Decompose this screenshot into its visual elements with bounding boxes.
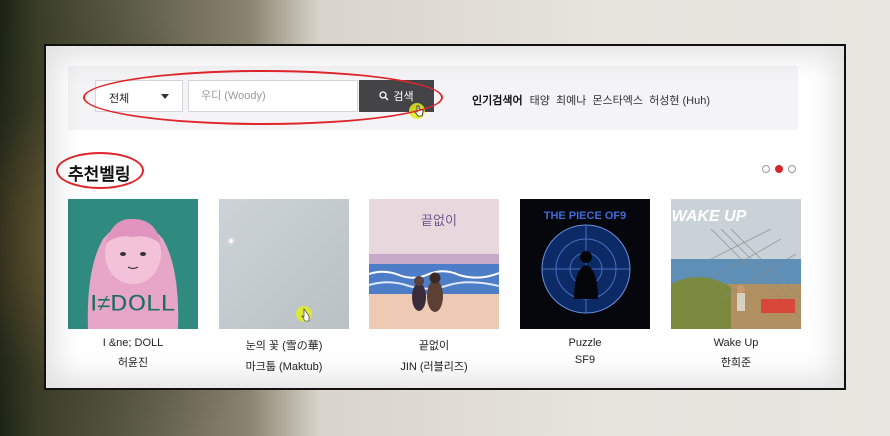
album-cover-text: THE PIECE OF9 [544,210,627,222]
song-title[interactable]: 눈의 꽃 (雪の華) [219,337,349,353]
album-cover-text: 끝없이 [421,214,457,229]
browser-content-frame: 전체 검색 인기검색어 태양 최예나 몬스타엑스 허성현 (Huh) 추천벨링 [44,44,846,390]
artist-name[interactable]: 허윤진 [68,354,198,370]
song-title[interactable]: 끝없이 [369,337,499,353]
pager-dot[interactable] [762,165,770,173]
category-selected-label: 전체 [109,93,130,105]
fence-landscape-cover-icon: WAKE UP [671,199,801,329]
popular-keywords-label: 인기검색어 [472,95,523,107]
couple-beach-illustration-icon: 끝없이 [369,199,499,329]
pager-dot-active[interactable] [775,165,783,173]
album-card[interactable]: THE PIECE OF9 Puzzle SF9 [520,199,650,366]
album-cover[interactable]: THE PIECE OF9 [520,199,650,329]
snow-light-blue-cover-icon [219,199,349,329]
pager-dot[interactable] [788,165,796,173]
album-card[interactable]: I≠DOLL I &ne; DOLL 허윤진 [68,199,198,370]
popular-keyword[interactable]: 허성현 (Huh) [649,95,710,107]
hand-cursor-icon [414,105,424,117]
artist-name[interactable]: SF9 [520,354,650,366]
artist-name[interactable]: 한희준 [671,354,801,370]
album-cover-text: WAKE UP [672,208,747,225]
search-button-label: 검색 [393,91,414,103]
search-icon [379,91,389,101]
artist-name[interactable]: 마크툽 (Maktub) [219,358,349,374]
pink-girl-illustration-icon: I≠DOLL [68,199,198,329]
carousel-pager [762,165,796,173]
popular-keyword[interactable]: 최예나 [556,95,586,107]
album-cover-text: I≠DOLL [90,290,175,317]
chevron-down-icon [161,94,169,99]
section-title: 추천벨링 [68,165,131,184]
popular-keywords: 인기검색어 태양 최예나 몬스타엑스 허성현 (Huh) [472,92,713,108]
artist-name[interactable]: JIN (러블리즈) [369,358,499,374]
song-title[interactable]: Wake Up [671,337,801,349]
album-card[interactable]: 끝없이 끝없이 JIN (러블리즈) [369,199,499,374]
album-cover[interactable]: I≠DOLL [68,199,198,329]
album-card[interactable]: 눈의 꽃 (雪の華) 마크툽 (Maktub) [219,199,349,374]
album-card[interactable]: WAKE UP Wake Up 한희준 [671,199,801,370]
song-title[interactable]: Puzzle [520,337,650,349]
song-title[interactable]: I &ne; DOLL [68,337,198,349]
popular-keyword[interactable]: 태양 [530,95,550,107]
search-bar: 전체 검색 인기검색어 태양 최예나 몬스타엑스 허성현 (Huh) [68,66,798,130]
search-input[interactable] [188,80,358,112]
target-silhouette-cover-icon: THE PIECE OF9 [520,199,650,329]
popular-keyword[interactable]: 몬스타엑스 [592,95,643,107]
album-cover[interactable]: WAKE UP [671,199,801,329]
category-select[interactable]: 전체 [95,80,183,112]
album-cover[interactable] [219,199,349,329]
album-cover[interactable]: 끝없이 [369,199,499,329]
